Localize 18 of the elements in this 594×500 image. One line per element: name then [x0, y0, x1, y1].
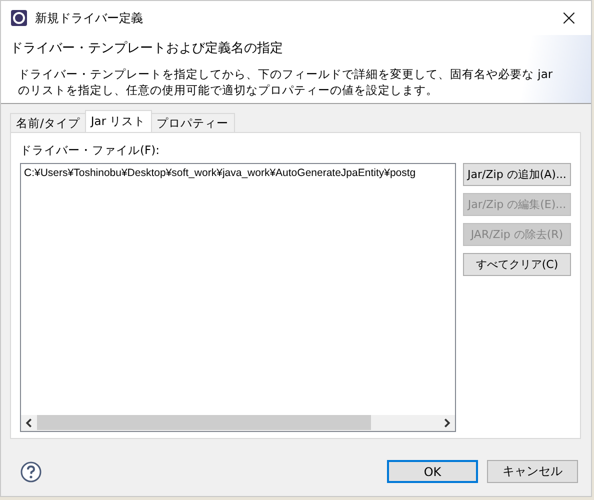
dialog-button[interactable]: OK — [387, 460, 478, 483]
dialog-button[interactable]: キャンセル — [487, 460, 578, 483]
scrollbar-thumb[interactable] — [37, 415, 371, 430]
help-icon[interactable] — [20, 460, 42, 482]
horizontal-scrollbar[interactable] — [21, 415, 455, 431]
tab[interactable]: プロパティー — [150, 113, 235, 132]
field-label: ドライバー・ファイル(F): — [20, 143, 160, 158]
page-title: ドライバー・テンプレートおよび定義名の指定 — [10, 40, 284, 57]
list-item[interactable]: C:¥Users¥Toshinobu¥Desktop¥soft_work¥java_work¥AutoGenerateJpaEntity¥postg — [24, 167, 416, 179]
tab[interactable]: 名前/タイプ — [10, 113, 86, 132]
page-description: ドライバー・テンプレートを指定してから、下のフィールドで詳細を変更して、固有名や必要な jar のリストを指定し、任意の使用可能で適切なプロパティーの値を設定します。 — [17, 66, 554, 98]
tab[interactable]: Jar リスト — [84, 110, 152, 132]
side-button[interactable]: すべてクリア(C) — [463, 253, 571, 276]
close-button[interactable]: × — [547, 1, 591, 35]
file-list[interactable]: C:¥Users¥Toshinobu¥Desktop¥soft_work¥java_work¥AutoGenerateJpaEntity¥postg — [20, 163, 456, 432]
side-button[interactable]: Jar/Zip の追加(A)... — [463, 163, 571, 186]
app-icon — [11, 10, 27, 26]
window-title: 新規ドライバー定義 — [35, 10, 144, 26]
